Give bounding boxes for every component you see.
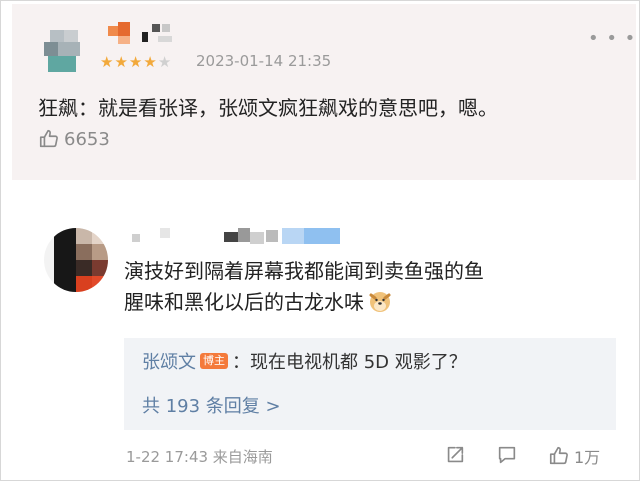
commenter-name-blurred[interactable]: [132, 228, 342, 246]
reply-author-link[interactable]: 张颂文: [142, 348, 196, 374]
thumbs-up-icon: [39, 129, 58, 148]
comment-button[interactable]: [496, 444, 518, 466]
comment-text-line-2: 腥味和黑化以后的古龙水味: [124, 287, 614, 318]
star-filled-icon: ★: [100, 53, 115, 71]
review-like-button[interactable]: 6653: [38, 128, 110, 150]
rating-stars: ★★★★★: [100, 54, 172, 70]
thumbs-up-icon: [549, 446, 568, 465]
doge-emoji-icon: [369, 292, 391, 312]
star-filled-icon: ★: [114, 53, 129, 71]
commenter-avatar[interactable]: [44, 228, 108, 292]
comment-text-line-1: 演技好到隔着屏幕我都能闻到卖鱼强的鱼: [124, 259, 484, 283]
comment-text-line-2-text: 腥味和黑化以后的古龙水味: [124, 290, 364, 314]
view-replies-link[interactable]: 共 193 条回复 >: [142, 392, 281, 418]
review-like-count: 6653: [64, 128, 110, 150]
reviewer-name-blurred[interactable]: [108, 22, 178, 48]
comment-icon: [498, 446, 516, 464]
comment-text: 演技好到隔着屏幕我都能闻到卖鱼强的鱼 腥味和黑化以后的古龙水味: [124, 256, 614, 318]
comment-like-button[interactable]: 1万: [548, 444, 600, 468]
reviewer-avatar[interactable]: [44, 30, 80, 72]
review-text: 狂飙：就是看张译，张颂文疯狂飙戏的意思吧，嗯。: [38, 96, 498, 120]
share-button[interactable]: [444, 444, 466, 466]
more-icon[interactable]: • • •: [588, 28, 636, 49]
share-icon: [447, 446, 464, 463]
comment-meta: 1-22 17:43 来自海南: [126, 448, 273, 466]
author-badge: 博主: [200, 353, 228, 369]
comment-like-count: 1万: [574, 448, 601, 467]
review-date: 2023-01-14 21:35: [196, 52, 332, 70]
reply-text: ：现在电视机都 5D 观影了？: [232, 352, 467, 373]
reply-preview[interactable]: 张颂文 博主 ：现在电视机都 5D 观影了？ 共 193 条回复 >: [124, 338, 616, 430]
star-empty-icon: ★: [157, 53, 173, 71]
star-filled-icon: ★: [128, 53, 144, 71]
star-filled-icon: ★: [143, 53, 158, 71]
reply-line: 张颂文 博主 ：现在电视机都 5D 观影了？: [142, 348, 467, 374]
